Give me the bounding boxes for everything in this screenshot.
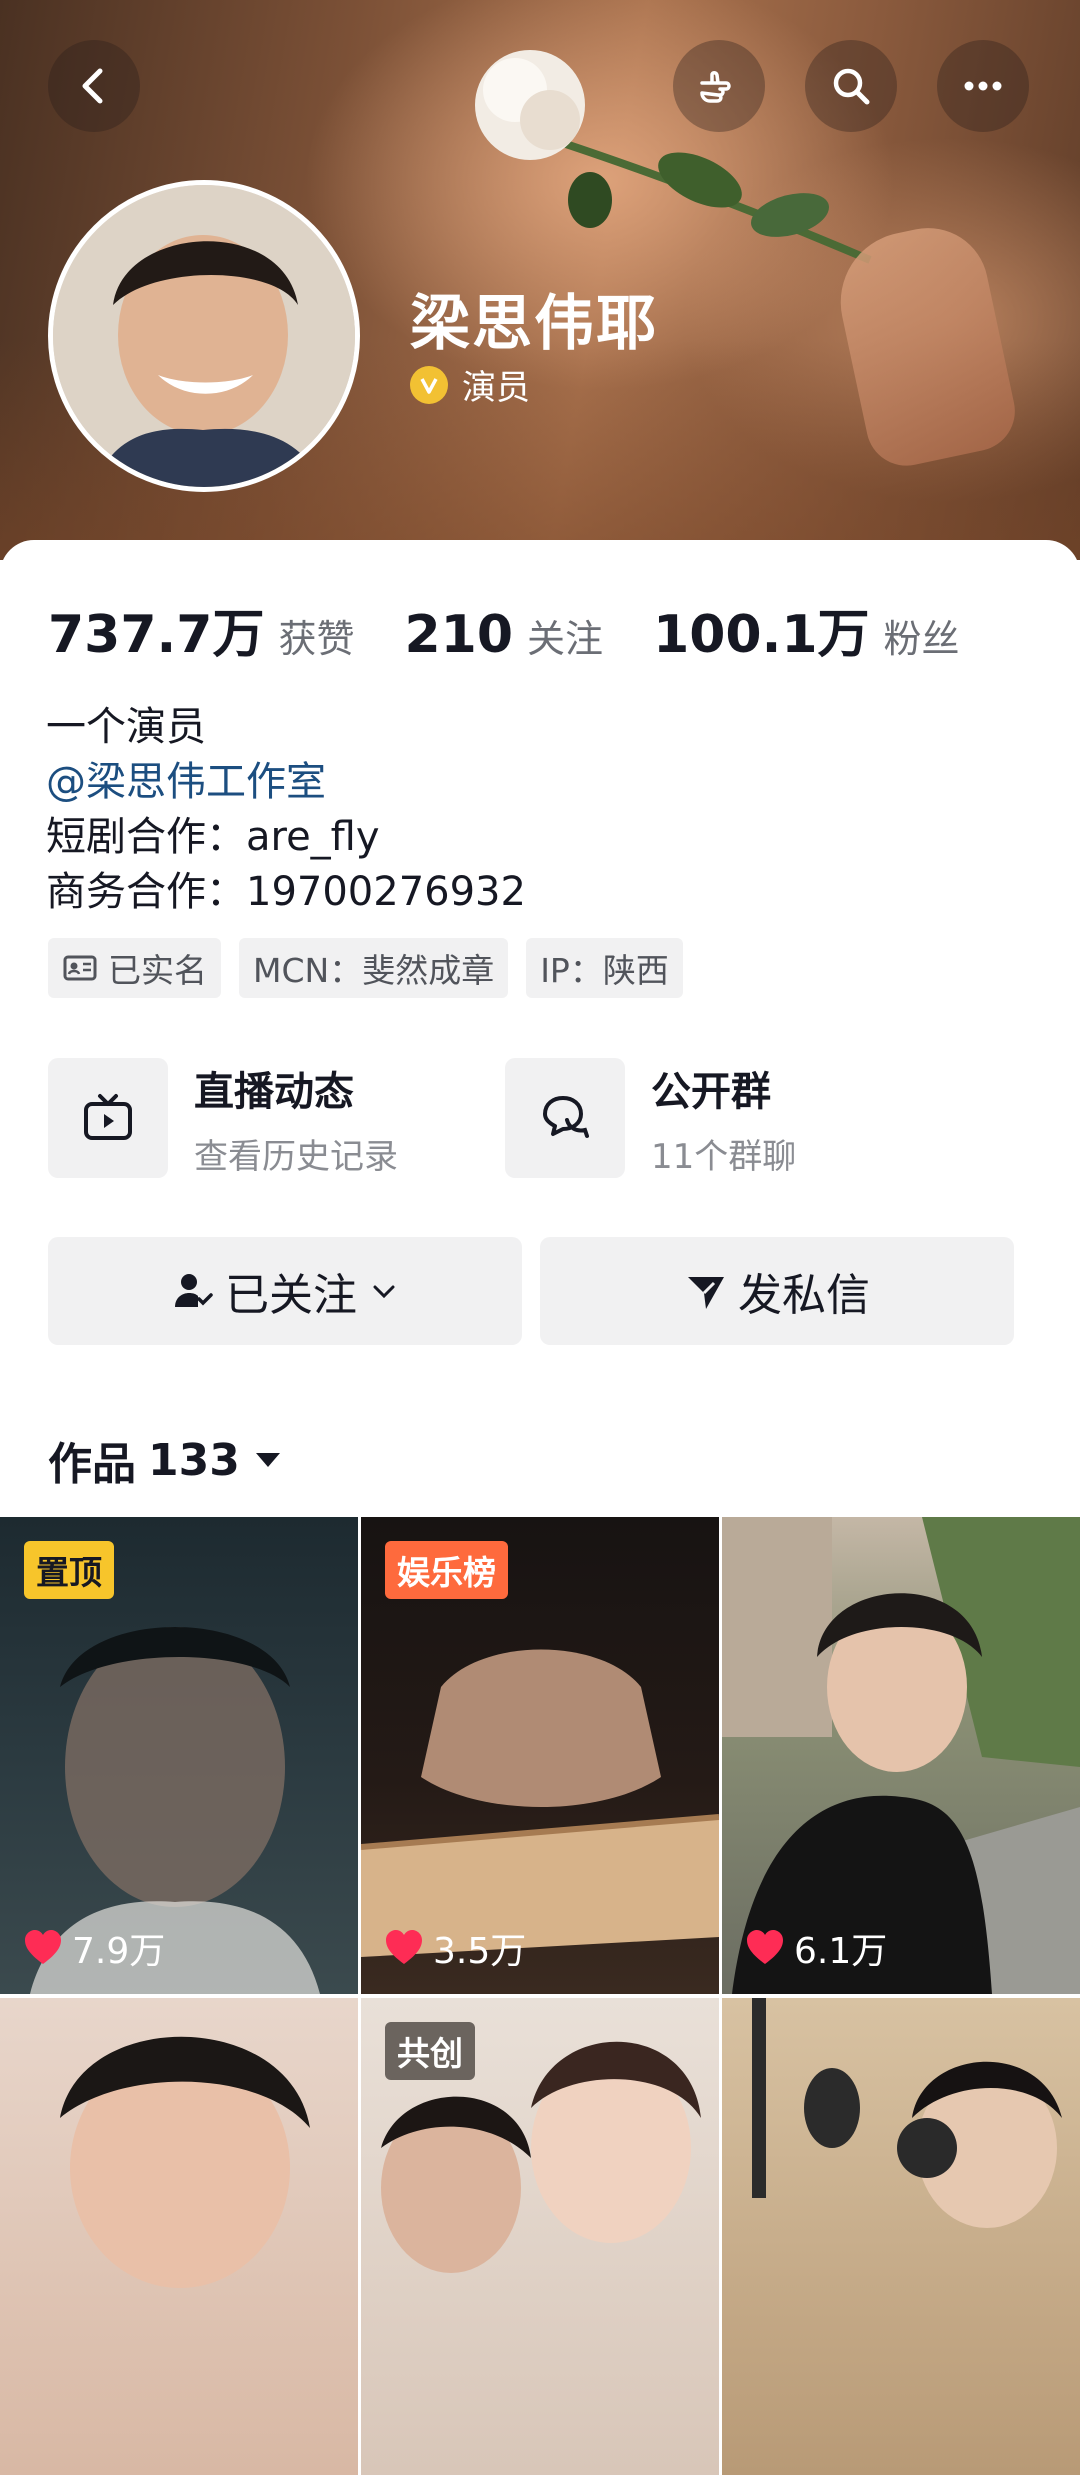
- caret-down-icon: [255, 1453, 280, 1467]
- followed-button[interactable]: 已关注: [48, 1237, 522, 1345]
- heart-icon: [747, 1930, 783, 1964]
- more-button[interactable]: [937, 40, 1029, 132]
- bio-line: 短剧合作：are_fly: [46, 814, 380, 860]
- paper-plane-icon: [688, 1277, 724, 1309]
- pointing-hand-icon: [700, 71, 731, 103]
- bio: 一个演员 @梁思伟工作室 短剧合作：are_fly 商务合作：197002769…: [46, 700, 526, 920]
- video-thumbnail[interactable]: [0, 1998, 358, 2475]
- back-button[interactable]: [48, 40, 140, 132]
- search-button[interactable]: [805, 40, 897, 132]
- following-count[interactable]: 210: [405, 605, 514, 665]
- person-check-icon: [175, 1274, 213, 1307]
- heart-icon: [386, 1930, 422, 1964]
- avatar-photo: [53, 185, 355, 487]
- video-thumbnail[interactable]: 娱乐榜 3.5万: [361, 1517, 719, 1994]
- likes-label: 获赞: [278, 617, 355, 661]
- following-label[interactable]: 关注: [527, 608, 603, 663]
- video-thumbnail[interactable]: 置顶 7.9万: [0, 1517, 358, 1994]
- thumbnail-image: [752, 1998, 1062, 2228]
- works-label: 作品: [48, 1439, 136, 1490]
- public-group-title: 公开群: [651, 1068, 771, 1115]
- profile-header-background: 梁思伟耶 演员: [0, 0, 1080, 560]
- live-history-title: 直播动态: [194, 1068, 354, 1115]
- heart-icon: [25, 1930, 61, 1964]
- chevron-left-icon: [82, 68, 103, 104]
- send-message-label: 发私信: [738, 1270, 870, 1321]
- group-chat-icon-box: [505, 1058, 625, 1178]
- mcn-tag[interactable]: MCN：斐然成章: [239, 938, 509, 998]
- followers-count[interactable]: 100.1万: [653, 592, 869, 667]
- verified-badge-icon: [410, 365, 448, 404]
- co-creation-badge: 共创: [385, 2022, 475, 2080]
- real-name-tag[interactable]: 已实名: [48, 938, 221, 998]
- pinned-badge: 置顶: [24, 1541, 114, 1599]
- info-tags: 已实名 MCN：斐然成章 IP：陕西: [48, 938, 701, 998]
- search-icon: [833, 68, 870, 105]
- bio-line: 一个演员: [46, 704, 206, 750]
- works-count: 133: [148, 1434, 240, 1486]
- video-likes: 6.1万: [744, 1922, 887, 1974]
- more-dots-icon: [964, 81, 1002, 91]
- public-group-entry[interactable]: 公开群 11个群聊: [505, 1058, 796, 1178]
- hand-image: [827, 216, 1023, 474]
- stats-row: 737.7万 获赞 210 关注 100.1万 粉丝: [48, 592, 1010, 667]
- group-chat-icon: [543, 1096, 589, 1138]
- live-history-subtitle: 查看历史记录: [194, 1136, 398, 1177]
- verification-row: 演员: [410, 360, 530, 409]
- followers-label[interactable]: 粉丝: [884, 608, 960, 663]
- chevron-down-icon: [373, 1285, 395, 1299]
- live-tv-icon-box: [48, 1058, 168, 1178]
- real-name-label: 已实名: [108, 951, 207, 990]
- ip-location-tag: IP：陕西: [526, 938, 683, 998]
- poke-button[interactable]: [673, 40, 765, 132]
- id-card-icon: [63, 955, 97, 981]
- bio-mention-link[interactable]: @梁思伟工作室: [46, 755, 526, 810]
- profile-card: 737.7万 获赞 210 关注 100.1万 粉丝 一个演员 @梁思伟工作室 …: [0, 540, 1080, 2475]
- followed-label: 已关注: [225, 1270, 357, 1321]
- video-likes: 7.9万: [22, 1922, 165, 1974]
- tv-icon: [84, 1094, 132, 1140]
- avatar[interactable]: [48, 180, 360, 492]
- video-thumbnail[interactable]: 共创: [361, 1998, 719, 2475]
- bio-line: 商务合作：19700276932: [46, 869, 526, 915]
- works-tab[interactable]: 作品 133: [48, 1428, 282, 1492]
- entertainment-chart-badge: 娱乐榜: [385, 1541, 508, 1599]
- thumbnail-image: [60, 2036, 310, 2288]
- live-history-entry[interactable]: 直播动态 查看历史记录: [48, 1058, 398, 1178]
- send-message-button[interactable]: 发私信: [540, 1237, 1014, 1345]
- video-likes-count: 7.9万: [72, 1931, 166, 1972]
- video-likes-count: 6.1万: [794, 1931, 888, 1972]
- verification-label: 演员: [462, 368, 530, 408]
- profile-name: 梁思伟耶: [410, 289, 658, 359]
- video-likes: 3.5万: [383, 1922, 526, 1974]
- likes-count: 737.7万: [48, 605, 265, 665]
- video-thumbnail[interactable]: 6.1万: [722, 1517, 1080, 1994]
- video-likes-count: 3.5万: [433, 1931, 527, 1972]
- video-thumbnail[interactable]: [722, 1998, 1080, 2475]
- public-group-subtitle: 11个群聊: [651, 1136, 797, 1177]
